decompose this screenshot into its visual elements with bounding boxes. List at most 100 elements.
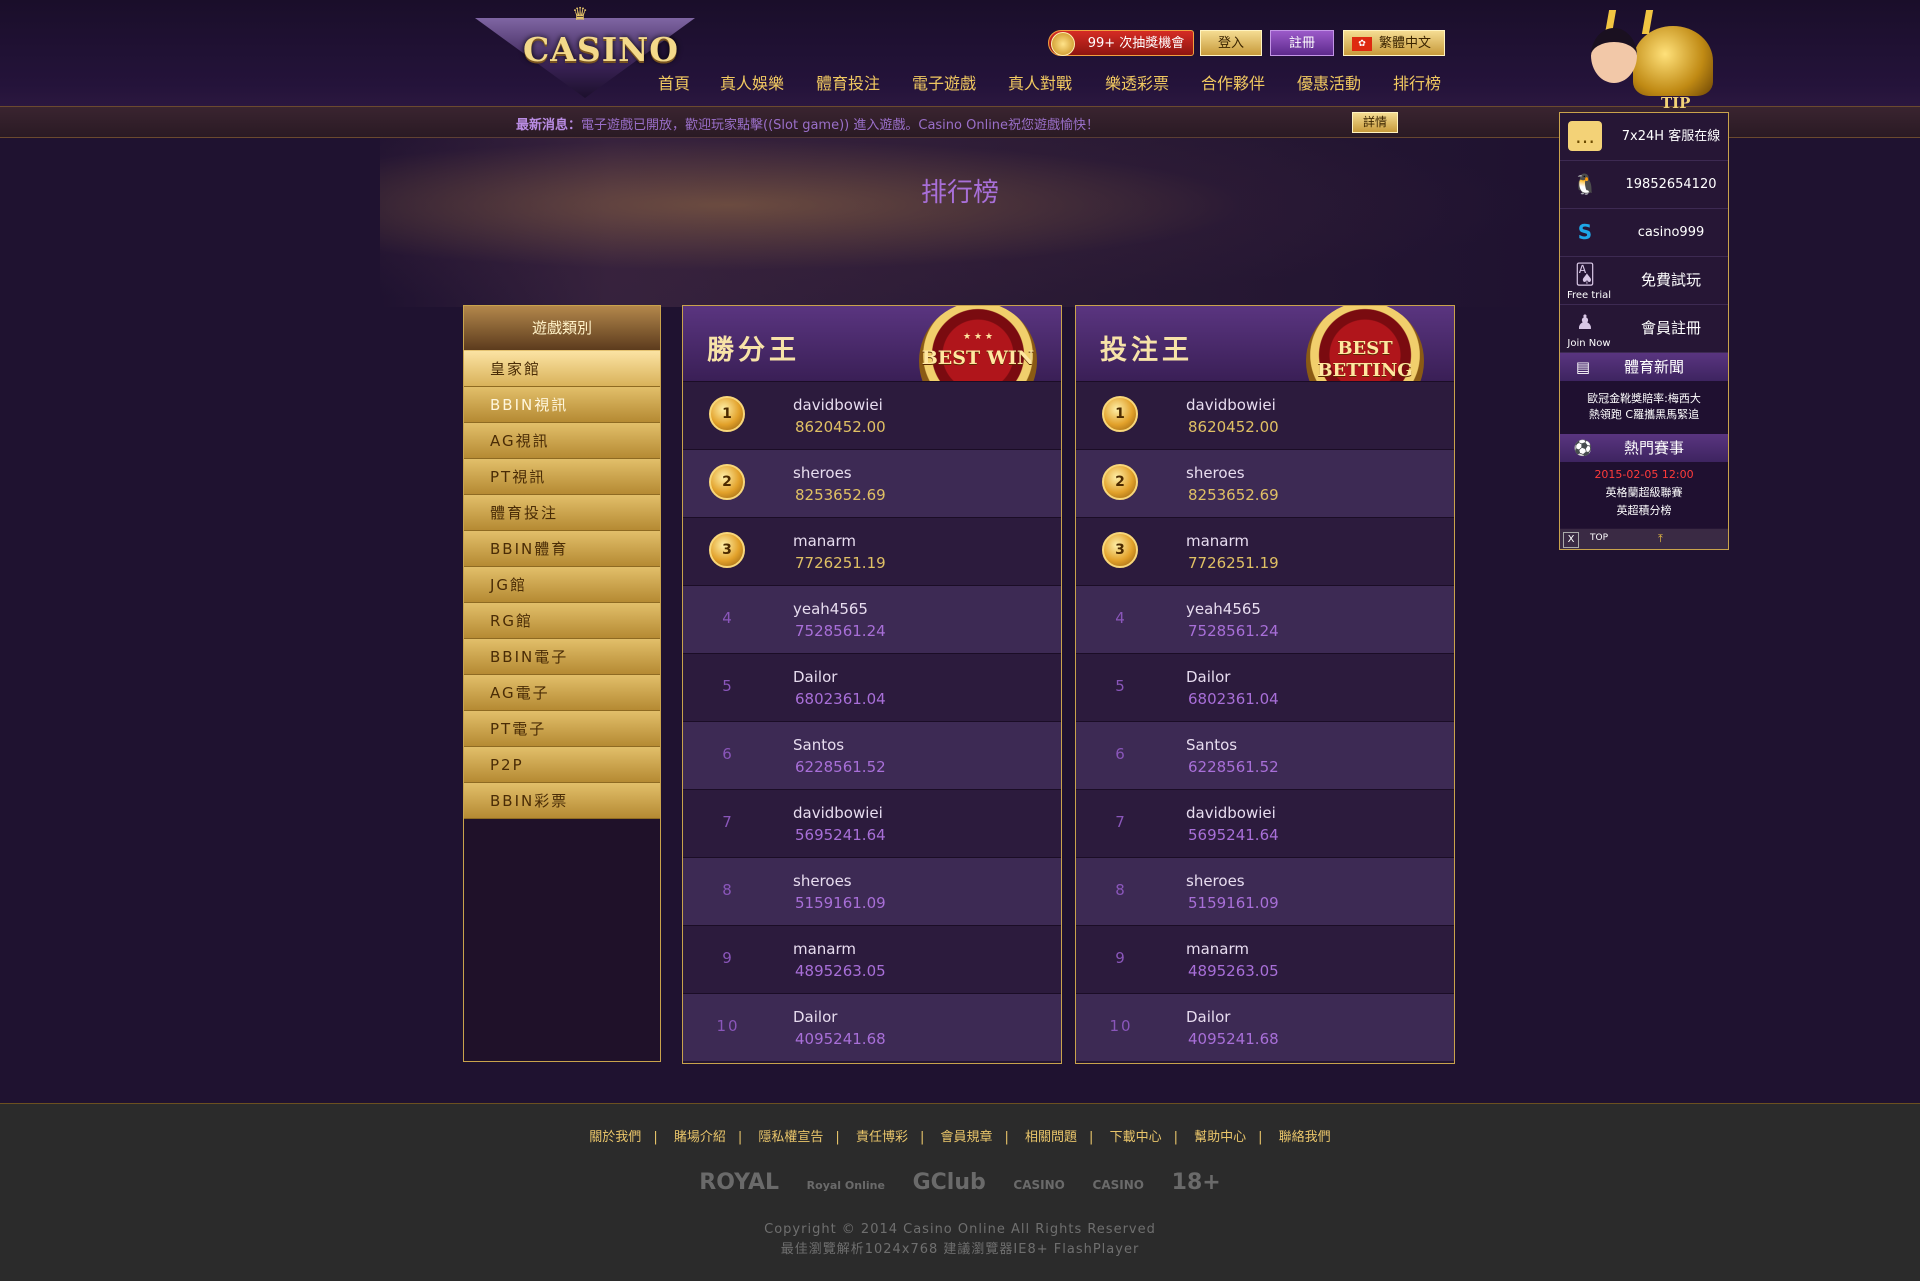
footer-link-help[interactable]: 幫助中心 xyxy=(1194,1130,1246,1145)
rank-number: 8 xyxy=(722,881,734,899)
close-icon[interactable]: X xyxy=(1563,532,1579,548)
footer-separator: | xyxy=(919,1130,925,1145)
news-label: 最新消息： xyxy=(516,118,582,133)
lottery-label: 99+ 次抽獎機會 xyxy=(1087,36,1185,51)
ranking-row: 6 Santos 6228561.52 xyxy=(683,721,1061,789)
footer-link-privacy[interactable]: 隱私權宣告 xyxy=(758,1130,823,1145)
ranking-list: 1 davidbowiei 8620452.00 2 sheroes 82536… xyxy=(1076,381,1454,1061)
hero-casino-background xyxy=(380,137,1540,307)
footer-link-casino-intro[interactable]: 賭場介紹 xyxy=(674,1130,726,1145)
player-score: 4895263.05 xyxy=(1188,962,1279,980)
rank-number: 7 xyxy=(722,813,734,831)
sports-news-item[interactable]: 歐冠金靴獎賠率:梅西大 熱領跑 C羅攜黑馬緊追 xyxy=(1560,381,1728,434)
ranking-list: 1 davidbowiei 8620452.00 2 sheroes 82536… xyxy=(683,381,1061,1061)
floating-service-panel: … 7x24H 客服在線 🐧 19852654120 S casino999 🂡… xyxy=(1559,112,1729,550)
footer-separator: | xyxy=(1258,1130,1263,1145)
rank-number: 6 xyxy=(1115,745,1127,763)
footer-links: 關於我們 | 賭場介紹 | 隱私權宣告 | 責任博彩 | 會員規章 | 相關問題 | 下載中… xyxy=(0,1126,1920,1145)
hot-match-item[interactable]: 2015-02-05 12:00 英格蘭超級聯賽 英超積分榜 xyxy=(1560,462,1728,528)
ranking-row: 5 Dailor 6802361.04 xyxy=(1076,653,1454,721)
join-now-label: 會員註冊 xyxy=(1640,319,1701,337)
sidebar-item-bbin-sports[interactable]: BBIN體育 xyxy=(464,531,660,567)
partner-logo-royal: ROYAL xyxy=(699,1170,779,1195)
language-selector[interactable]: ✿ 繁體中文 xyxy=(1343,30,1445,56)
sidebar-item-royal[interactable]: 皇家館 xyxy=(464,351,660,387)
player-score: 5159161.09 xyxy=(795,894,886,912)
player-score: 5159161.09 xyxy=(1188,894,1279,912)
player-name: manarm xyxy=(1186,940,1250,958)
player-score: 6802361.04 xyxy=(1188,690,1279,708)
nav-leaderboard[interactable]: 排行榜 xyxy=(1393,70,1441,94)
sports-news-line: 歐冠金靴獎賠率:梅西大 xyxy=(1587,392,1701,405)
chat-bubble-icon: … xyxy=(1568,121,1602,151)
customer-service-row[interactable]: … 7x24H 客服在線 xyxy=(1560,113,1728,161)
back-to-top-label[interactable]: TOP xyxy=(1590,533,1608,543)
skype-row[interactable]: S casino999 xyxy=(1560,209,1728,257)
sidebar-item-p2p[interactable]: P2P xyxy=(464,747,660,783)
footer-link-about[interactable]: 關於我們 xyxy=(589,1130,641,1145)
newspaper-icon: ▤ xyxy=(1575,358,1591,376)
sidebar-item-bbin-lottery[interactable]: BBIN彩票 xyxy=(464,783,660,819)
ranking-row: 2 sheroes 8253652.69 xyxy=(683,449,1061,517)
gold-medal-icon: 1 xyxy=(709,396,745,432)
browser-recommendation: 最佳瀏覽解析1024x768 建議瀏覽器IE8+ FlashPlayer xyxy=(780,1242,1140,1257)
best-win-leaderboard: 勝分王 ★ ★ ★ BEST WIN 1 davidbowiei 8620452… xyxy=(682,305,1062,1064)
sidebar-item-ag-live[interactable]: AG視訊 xyxy=(464,423,660,459)
sidebar-item-jg[interactable]: JG館 xyxy=(464,567,660,603)
arrow-up-icon[interactable]: ⤒ xyxy=(1658,532,1663,546)
player-score: 6802361.04 xyxy=(795,690,886,708)
footer-link-member-rules[interactable]: 會員規章 xyxy=(940,1130,992,1145)
nav-home[interactable]: 首頁 xyxy=(658,70,690,94)
footer-link-faq[interactable]: 相關問題 xyxy=(1025,1130,1077,1145)
footer-link-responsible-gaming[interactable]: 責任博彩 xyxy=(856,1130,908,1145)
join-user-icon: ♟ xyxy=(1576,310,1594,334)
nav-partners[interactable]: 合作夥伴 xyxy=(1201,70,1265,94)
sidebar-item-rg[interactable]: RG館 xyxy=(464,603,660,639)
nav-sports-betting[interactable]: 體育投注 xyxy=(816,70,880,94)
rank-number: 7 xyxy=(1115,813,1127,831)
nav-lottery[interactable]: 樂透彩票 xyxy=(1105,70,1169,94)
join-now-row[interactable]: ♟ Join Now 會員註冊 xyxy=(1560,305,1728,353)
login-button[interactable]: 登入 xyxy=(1200,30,1262,56)
player-name: davidbowiei xyxy=(793,804,883,822)
board-title: 勝分王 xyxy=(707,335,800,366)
hong-kong-flag-icon: ✿ xyxy=(1352,37,1372,51)
lottery-chances-button[interactable]: 99+ 次抽獎機會 xyxy=(1048,30,1194,56)
footer-separator: | xyxy=(1004,1130,1009,1145)
nav-electronic-games[interactable]: 電子遊戲 xyxy=(912,70,976,94)
sidebar-item-bbin-slots[interactable]: BBIN電子 xyxy=(464,639,660,675)
rank-number: 9 xyxy=(722,949,734,967)
sidebar-item-sports[interactable]: 體育投注 xyxy=(464,495,660,531)
ranking-row: 3 manarm 7726251.19 xyxy=(1076,517,1454,585)
free-trial-label: 免費試玩 xyxy=(1640,271,1701,289)
sports-news-header[interactable]: ▤ 體育新聞 xyxy=(1560,353,1728,381)
qq-row[interactable]: 🐧 19852654120 xyxy=(1560,161,1728,209)
gold-medal-icon: 1 xyxy=(1102,396,1138,432)
player-name: sheroes xyxy=(1186,872,1245,890)
playing-cards-icon: 🂡 xyxy=(1574,262,1596,286)
ranking-row: 4 yeah4565 7528561.24 xyxy=(1076,585,1454,653)
nav-live-casino[interactable]: 真人娛樂 xyxy=(720,70,784,94)
player-name: yeah4565 xyxy=(793,600,868,618)
footer-link-download[interactable]: 下載中心 xyxy=(1110,1130,1162,1145)
partner-logo-casino-wing: CASINO xyxy=(1092,1178,1144,1192)
logo-text: CASINO xyxy=(523,30,680,69)
nav-promotions[interactable]: 優惠活動 xyxy=(1297,70,1361,94)
footer-link-contact[interactable]: 聯絡我們 xyxy=(1279,1130,1331,1145)
ranking-row: 2 sheroes 8253652.69 xyxy=(1076,449,1454,517)
sidebar-item-pt-slots[interactable]: PT電子 xyxy=(464,711,660,747)
free-trial-sub: Free trial xyxy=(1566,290,1612,301)
ranking-row: 1 davidbowiei 8620452.00 xyxy=(1076,381,1454,449)
nav-live-battle[interactable]: 真人對戰 xyxy=(1008,70,1072,94)
free-trial-row[interactable]: 🂡 Free trial 免費試玩 xyxy=(1560,257,1728,305)
sidebar-item-bbin-live[interactable]: BBIN視訊 xyxy=(464,387,660,423)
register-button[interactable]: 註冊 xyxy=(1270,30,1334,56)
news-detail-button[interactable]: 詳情 xyxy=(1352,112,1398,133)
sidebar-item-pt-live[interactable]: PT視訊 xyxy=(464,459,660,495)
sidebar-item-ag-slots[interactable]: AG電子 xyxy=(464,675,660,711)
best-win-badge-icon: ★ ★ ★ BEST WIN xyxy=(919,306,1037,381)
coin-icon xyxy=(1051,32,1075,56)
hot-matches-header[interactable]: ⚽ 熱門賽事 xyxy=(1560,434,1728,462)
gold-medal-icon: 2 xyxy=(709,464,745,500)
match-date: 2015-02-05 12:00 xyxy=(1594,468,1694,481)
